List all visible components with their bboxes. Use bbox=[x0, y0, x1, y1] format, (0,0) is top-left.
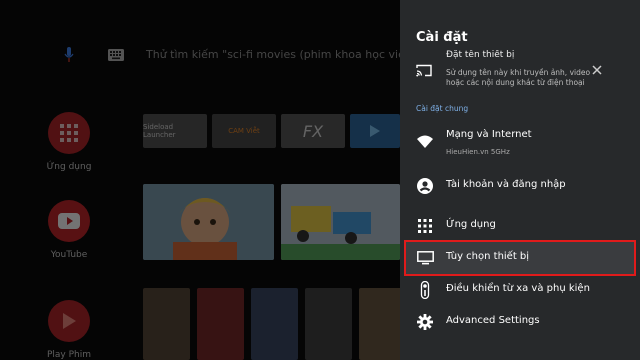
menu-item-label: Ứng dụng bbox=[446, 219, 496, 230]
menu-item-label: Tùy chọn thiết bị bbox=[446, 251, 530, 262]
settings-panel: Cài đặt Đặt tên thiết bị Sử dụng tên này… bbox=[400, 0, 640, 360]
device-name-setting[interactable]: Đặt tên thiết bị Sử dụng tên này khi tru… bbox=[416, 50, 626, 92]
gear-icon bbox=[416, 313, 434, 331]
play-store-icon bbox=[370, 125, 380, 137]
youtube-icon bbox=[48, 200, 90, 242]
menu-item-network[interactable]: Mạng và Internet HieuHien.vn 5GHz bbox=[404, 124, 636, 160]
apps-grid-icon bbox=[416, 217, 434, 235]
app-tile-sideload-launcher[interactable]: Sideload Launcher bbox=[143, 114, 207, 148]
tv-icon bbox=[416, 249, 434, 267]
app-tile-fx[interactable]: FX bbox=[281, 114, 345, 148]
rail-label: YouTube bbox=[50, 250, 88, 260]
featured-cartoon-tile[interactable] bbox=[143, 184, 274, 260]
menu-item-label: Mạng và Internet bbox=[446, 129, 532, 140]
search-hint-text: Thử tìm kiếm "sci-fi movies (phim khoa h… bbox=[146, 48, 400, 61]
close-icon[interactable] bbox=[590, 63, 604, 77]
featured-toys-tile[interactable] bbox=[281, 184, 400, 260]
account-icon bbox=[416, 177, 434, 195]
section-header-general: Cài đặt chung bbox=[416, 104, 469, 113]
settings-title: Cài đặt bbox=[416, 30, 468, 45]
menu-item-label: Tài khoản và đăng nhập bbox=[446, 179, 566, 190]
menu-item-accounts[interactable]: Tài khoản và đăng nhập bbox=[404, 168, 636, 204]
menu-item-label: Advanced Settings bbox=[446, 315, 540, 326]
rail-label: Ứng dụng bbox=[46, 162, 92, 172]
cartoon-character-image bbox=[143, 184, 274, 260]
app-tile-label: FX bbox=[302, 121, 324, 141]
device-name-title: Đặt tên thiết bị bbox=[446, 50, 515, 59]
rail-item-apps[interactable]: Ứng dụng bbox=[38, 112, 100, 172]
microphone-icon[interactable] bbox=[64, 47, 74, 63]
keyboard-icon[interactable] bbox=[108, 49, 124, 61]
app-tile-play-store[interactable] bbox=[350, 114, 400, 148]
app-tile-label: CAM Viễt bbox=[228, 127, 260, 135]
play-movies-icon bbox=[48, 300, 90, 342]
movie-poster[interactable] bbox=[143, 288, 190, 360]
menu-item-label: Điều khiển từ xa và phụ kiện bbox=[446, 283, 590, 294]
menu-item-device-preferences[interactable]: Tùy chọn thiết bị bbox=[404, 240, 636, 276]
menu-item-advanced-settings[interactable]: Advanced Settings bbox=[404, 304, 636, 340]
cast-icon bbox=[416, 64, 432, 77]
device-name-description: Sử dụng tên này khi truyền ảnh, video ho… bbox=[446, 68, 591, 87]
home-screen-background: Thử tìm kiếm "sci-fi movies (phim khoa h… bbox=[0, 0, 400, 360]
movie-poster[interactable] bbox=[305, 288, 352, 360]
app-tile-label: Sideload Launcher bbox=[143, 123, 176, 139]
toy-truck-image bbox=[281, 184, 400, 260]
rail-item-play-movies[interactable]: Play Phim bbox=[38, 300, 100, 360]
wifi-icon bbox=[416, 133, 434, 151]
movie-poster[interactable] bbox=[359, 288, 400, 360]
movie-poster[interactable] bbox=[251, 288, 298, 360]
movie-poster[interactable] bbox=[197, 288, 244, 360]
rail-label: Play Phim bbox=[46, 350, 92, 360]
rail-item-youtube[interactable]: YouTube bbox=[38, 200, 100, 260]
apps-grid-icon bbox=[48, 112, 90, 154]
menu-item-sublabel: HieuHien.vn 5GHz bbox=[446, 148, 510, 156]
menu-item-remotes-accessories[interactable]: Điều khiển từ xa và phụ kiện bbox=[404, 272, 636, 308]
remote-icon bbox=[416, 281, 434, 299]
search-bar[interactable]: Thử tìm kiếm "sci-fi movies (phim khoa h… bbox=[0, 40, 400, 70]
app-tile-cam[interactable]: CAM Viễt bbox=[212, 114, 276, 148]
menu-item-apps[interactable]: Ứng dụng bbox=[404, 208, 636, 244]
